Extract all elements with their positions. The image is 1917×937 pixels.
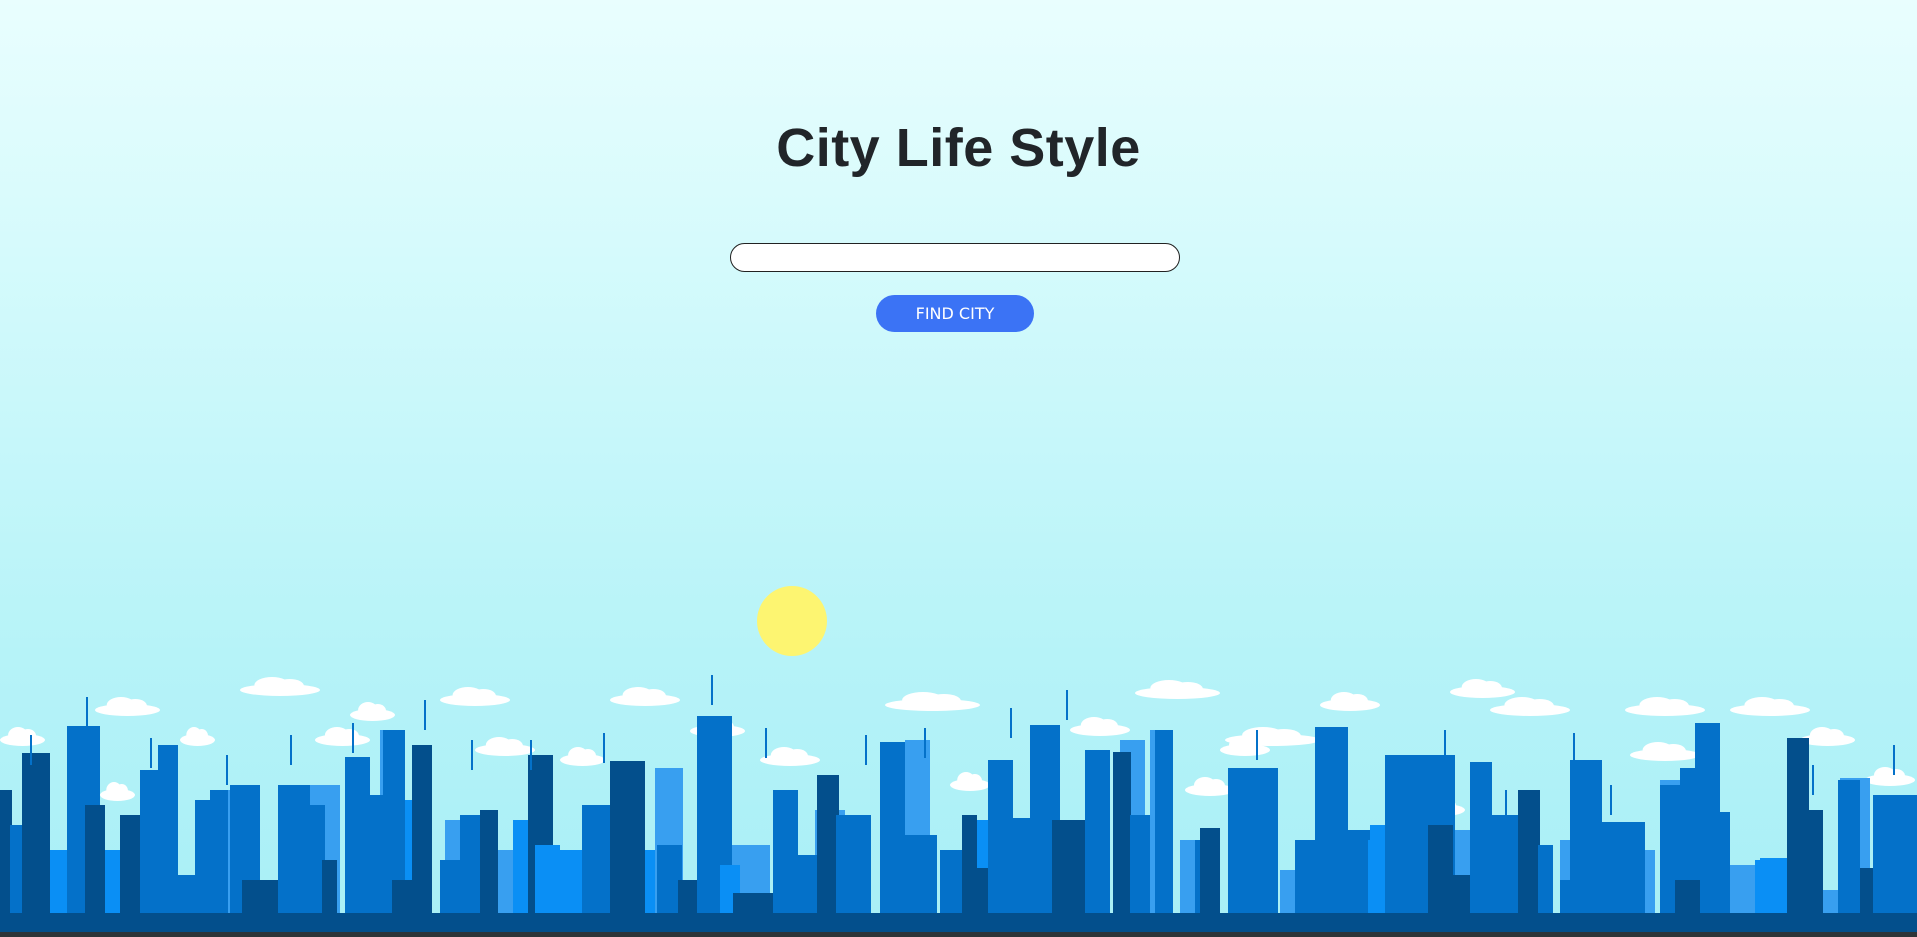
building xyxy=(1155,730,1173,913)
antenna xyxy=(1505,790,1507,820)
building xyxy=(1085,750,1110,913)
antenna xyxy=(424,700,426,730)
building xyxy=(1200,828,1220,913)
building xyxy=(322,860,337,913)
building xyxy=(1710,812,1730,913)
antenna xyxy=(471,740,473,770)
cloud xyxy=(1865,767,1915,786)
building xyxy=(792,855,817,913)
building xyxy=(733,893,778,913)
antenna xyxy=(1010,708,1012,738)
cloud xyxy=(440,687,510,706)
antenna xyxy=(86,697,88,727)
cloud xyxy=(885,692,980,711)
cloud xyxy=(610,687,680,706)
building xyxy=(897,835,937,913)
building xyxy=(1228,768,1278,913)
cloud xyxy=(1135,680,1220,699)
building xyxy=(22,753,50,913)
city-skyline-illustration xyxy=(0,675,1917,933)
page-title: City Life Style xyxy=(776,118,1141,178)
sun-icon xyxy=(757,586,827,656)
cloud xyxy=(1625,697,1705,716)
antenna xyxy=(1066,690,1068,720)
building xyxy=(158,745,178,913)
cloud xyxy=(950,772,990,791)
antenna xyxy=(865,735,867,765)
antenna xyxy=(30,735,32,765)
cloud xyxy=(350,702,395,721)
cloud xyxy=(1185,777,1235,796)
cloud xyxy=(1320,692,1380,711)
antenna xyxy=(603,733,605,763)
building xyxy=(1538,845,1553,913)
building xyxy=(836,815,871,913)
building xyxy=(1518,790,1540,913)
building xyxy=(140,770,158,913)
cloud xyxy=(100,782,135,801)
cloud xyxy=(0,727,45,746)
antenna xyxy=(924,728,926,758)
building xyxy=(1838,780,1860,913)
antenna xyxy=(1573,733,1575,763)
building xyxy=(300,805,325,913)
cloud xyxy=(180,727,215,746)
cloud xyxy=(240,677,320,696)
page: City Life Style FIND CITY xyxy=(0,0,1917,937)
cloud xyxy=(1490,697,1570,716)
antenna xyxy=(1256,730,1258,760)
building xyxy=(1130,815,1150,913)
building xyxy=(412,745,432,913)
building xyxy=(817,775,839,913)
building xyxy=(1570,760,1602,913)
building xyxy=(582,805,610,913)
antenna xyxy=(530,740,532,770)
antenna xyxy=(290,735,292,765)
antenna xyxy=(1812,765,1814,795)
building xyxy=(1790,810,1823,913)
antenna xyxy=(1893,745,1895,775)
cloud xyxy=(560,747,605,766)
antenna xyxy=(711,675,713,705)
city-search-input[interactable] xyxy=(730,243,1180,272)
building xyxy=(480,810,498,913)
cloud xyxy=(1070,717,1130,736)
building xyxy=(1348,830,1370,913)
building xyxy=(535,845,560,913)
antenna xyxy=(765,728,767,758)
building xyxy=(1315,727,1348,913)
building xyxy=(85,805,105,913)
building xyxy=(988,760,1013,913)
antenna xyxy=(352,723,354,753)
find-city-button[interactable]: FIND CITY xyxy=(876,295,1034,332)
building xyxy=(1600,822,1645,913)
cloud xyxy=(315,727,370,746)
building xyxy=(1755,860,1785,913)
antenna xyxy=(1610,785,1612,815)
building xyxy=(1675,880,1700,913)
building xyxy=(1873,795,1917,913)
building xyxy=(210,790,228,913)
cloud xyxy=(95,697,160,716)
antenna xyxy=(226,755,228,785)
ground xyxy=(0,913,1917,933)
window-bottom-edge xyxy=(0,932,1917,937)
cloud xyxy=(760,747,820,766)
cloud xyxy=(1630,742,1700,761)
antenna xyxy=(150,738,152,768)
cloud xyxy=(1225,727,1320,746)
building xyxy=(610,761,645,913)
building xyxy=(345,757,370,913)
cloud xyxy=(1730,697,1810,716)
building xyxy=(105,850,120,913)
building xyxy=(392,880,412,913)
cloud xyxy=(1450,679,1515,698)
building xyxy=(1860,868,1875,913)
antenna xyxy=(1444,730,1446,760)
building xyxy=(1113,752,1131,913)
cloud xyxy=(475,737,535,756)
